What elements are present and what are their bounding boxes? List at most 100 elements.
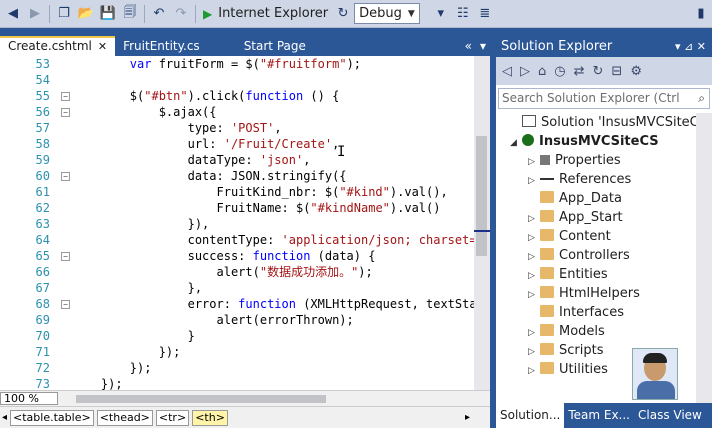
code-line[interactable]: 62 FruitName: $("#kindName").val() <box>0 200 474 216</box>
history-icon[interactable]: ◷ <box>554 64 565 79</box>
panel-tab[interactable]: Class View <box>634 403 706 428</box>
tree-vertical-scrollbar[interactable] <box>696 113 712 403</box>
expand-arrow-icon[interactable]: ▷ <box>528 362 540 381</box>
properties-icon[interactable]: ⚙ <box>630 64 642 79</box>
code-line[interactable]: 57 type: 'POST', <box>0 120 474 136</box>
code-line[interactable]: 64 contentType: 'application/json; chars… <box>0 232 474 248</box>
forward-icon[interactable]: ▷ <box>520 64 530 79</box>
line-number: 56 <box>35 105 50 119</box>
refresh-icon[interactable]: ↻ <box>593 64 604 79</box>
forward-icon[interactable]: ▶ <box>26 3 44 25</box>
collapse-icon[interactable]: − <box>61 92 70 101</box>
panel-tab[interactable]: Team Ex... <box>564 403 634 428</box>
tree-node[interactable]: ▷ Entities <box>528 265 608 284</box>
collapse-all-icon[interactable]: ⊟ <box>611 64 622 79</box>
tree-node[interactable]: Solution 'InsusMVCSiteCS' (1 <box>510 113 696 132</box>
tree-node-label: Content <box>559 229 611 244</box>
code-line[interactable]: 73 }); <box>0 376 474 390</box>
save-icon[interactable]: 💾 <box>99 3 117 25</box>
scroll-thumb[interactable] <box>476 136 487 256</box>
code-line[interactable]: 71 }); <box>0 344 474 360</box>
code-line[interactable]: 63 }), <box>0 216 474 232</box>
tree-node[interactable]: ▷ App_Start <box>528 208 623 227</box>
panel-window-buttons[interactable]: ▾ ⊿ ✕ <box>675 36 706 57</box>
code-line[interactable]: 72 }); <box>0 360 474 376</box>
line-number: 55 <box>35 89 50 103</box>
tree-node-label: Interfaces <box>559 305 624 320</box>
breadcrumb-item[interactable]: <thead> <box>96 409 153 426</box>
tree-node[interactable]: ◢ InsusMVCSiteCS <box>510 132 659 151</box>
zoom-dropdown[interactable]: 100 % <box>0 392 58 405</box>
collapse-icon[interactable]: − <box>61 252 70 261</box>
refresh-icon[interactable]: ↻ <box>334 3 352 25</box>
tree-node[interactable]: ▷ Utilities <box>528 360 608 379</box>
breadcrumb-item[interactable]: <th> <box>192 409 228 426</box>
line-number: 65 <box>35 249 50 263</box>
tree-node[interactable]: ▷ HtmlHelpers <box>528 284 640 303</box>
collapse-icon[interactable]: − <box>61 172 70 181</box>
code-line[interactable]: 55 − $("#btn").click(function () { <box>0 88 474 104</box>
tab-overflow-icon[interactable]: « <box>465 36 472 56</box>
tab-fruitentity-cs[interactable]: FruitEntity.cs <box>115 36 208 56</box>
code-line[interactable]: 68 − error: function (XMLHttpRequest, tex… <box>0 296 474 312</box>
horizontal-scroll-thumb[interactable] <box>76 395 326 403</box>
panel-tab[interactable]: Solution... <box>496 403 565 428</box>
sync-icon[interactable]: ⇄ <box>574 64 585 79</box>
folder-icon <box>540 210 554 222</box>
collapse-icon[interactable]: − <box>61 300 70 309</box>
align-icon[interactable]: ☷ <box>454 3 472 25</box>
breadcrumb-item[interactable]: <table.table> <box>10 409 94 426</box>
back-icon[interactable]: ◀ <box>4 3 22 25</box>
expand-arrow-icon[interactable]: ◢ <box>510 134 522 153</box>
code-line[interactable]: 65 − success: function (data) { <box>0 248 474 264</box>
chevron-down-icon[interactable]: ▾ <box>480 36 486 56</box>
solution-search-input[interactable]: Search Solution Explorer (Ctrl ⌕ <box>498 88 710 109</box>
line-number: 72 <box>35 361 50 375</box>
code-editor[interactable]: 53 var fruitForm = $("#fruitform"); 54 55 −… <box>0 56 474 390</box>
home-icon[interactable]: ⌂ <box>538 64 546 79</box>
tree-node[interactable]: ▷ References <box>528 170 631 189</box>
search-icon[interactable]: ⌕ <box>698 89 705 108</box>
redo-icon[interactable]: ↷ <box>172 3 190 25</box>
start-debugging-button[interactable]: ▶ Internet Explorer <box>199 3 332 25</box>
chevron-right-icon[interactable]: ▸ <box>465 412 470 423</box>
code-line[interactable]: 56 − $.ajax({ <box>0 104 474 120</box>
collapse-icon[interactable]: − <box>61 108 70 117</box>
tree-node[interactable]: ▷ Scripts <box>528 341 603 360</box>
tree-node[interactable]: ▷ Content <box>528 227 611 246</box>
code-line[interactable]: 59 dataType: 'json', <box>0 152 474 168</box>
editor-vertical-scrollbar[interactable] <box>474 56 490 390</box>
code-line[interactable]: 69 alert(errorThrown); <box>0 312 474 328</box>
line-number: 71 <box>35 345 50 359</box>
tree-node[interactable]: ▷ Models <box>528 322 605 341</box>
back-icon[interactable]: ◁ <box>502 64 512 79</box>
close-icon[interactable]: ✕ <box>98 40 107 53</box>
tab-start-page[interactable]: Start Page <box>236 36 314 56</box>
bookmark-icon[interactable]: ▮ <box>692 3 710 25</box>
code-line[interactable]: 61 FruitKind_nbr: $("#kind").val(), <box>0 184 474 200</box>
line-number: 67 <box>35 281 50 295</box>
chevron-left-icon[interactable]: ◂ <box>2 412 7 423</box>
undo-icon[interactable]: ↶ <box>150 3 168 25</box>
caret-position-marker <box>474 230 490 232</box>
tree-node[interactable]: ▷ Controllers <box>528 246 630 265</box>
solution-configuration-dropdown[interactable]: Debug ▼ <box>354 3 420 24</box>
comment-icon[interactable]: ≣ <box>476 3 494 25</box>
save-all-icon[interactable]: 🗐 <box>121 3 139 25</box>
code-line[interactable]: 53 var fruitForm = $("#fruitform"); <box>0 56 474 72</box>
code-line[interactable]: 66 alert("数据成功添加。"); <box>0 264 474 280</box>
toolbar-overflow-icon[interactable]: ▾ <box>432 3 450 25</box>
tree-node[interactable]: App_Data <box>528 189 622 208</box>
tree-node[interactable]: Interfaces <box>528 303 624 322</box>
line-number: 69 <box>35 313 50 327</box>
code-line[interactable]: 58 url: '/Fruit/Create', <box>0 136 474 152</box>
new-project-icon[interactable]: ❐ <box>55 3 73 25</box>
code-line[interactable]: 67 }, <box>0 280 474 296</box>
code-line[interactable]: 60 − data: JSON.stringify({ <box>0 168 474 184</box>
open-folder-icon[interactable]: 📂 <box>77 3 95 25</box>
code-line[interactable]: 70 } <box>0 328 474 344</box>
breadcrumb-item[interactable]: <tr> <box>155 409 190 426</box>
tree-node[interactable]: ▷ Properties <box>528 151 621 170</box>
code-line[interactable]: 54 <box>0 72 474 88</box>
tab-create-cshtml[interactable]: Create.cshtml ✕ <box>0 36 116 56</box>
